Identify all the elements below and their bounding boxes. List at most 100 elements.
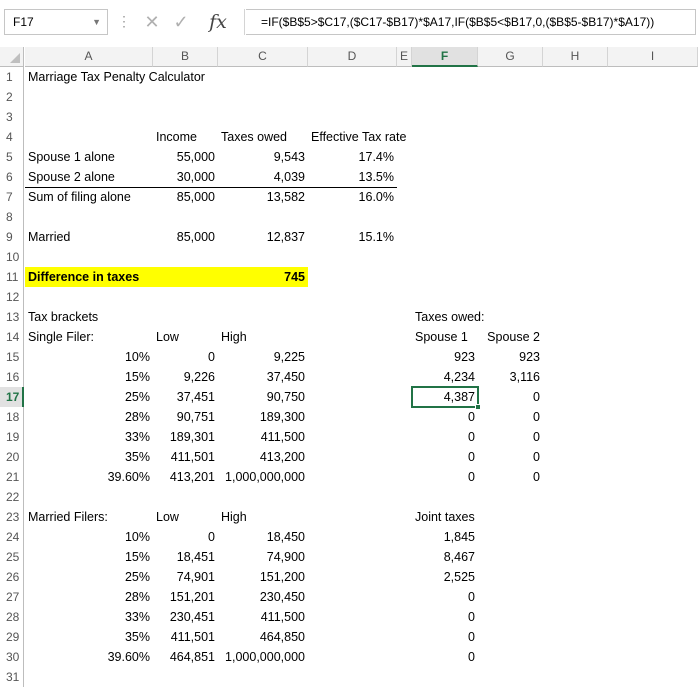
cell-b9[interactable]: 85,000 <box>153 227 218 247</box>
cell-f26[interactable]: 2,525 <box>412 567 478 587</box>
row-header-8[interactable]: 8 <box>0 207 24 227</box>
cell-c4[interactable]: Taxes owed <box>218 127 308 147</box>
column-header-g[interactable]: G <box>478 47 543 67</box>
cell-b16[interactable]: 9,226 <box>153 367 218 387</box>
row-header-18[interactable]: 18 <box>0 407 24 427</box>
cell-f19[interactable]: 0 <box>412 427 478 447</box>
cell-f25[interactable]: 8,467 <box>412 547 478 567</box>
cell-a29[interactable]: 35% <box>25 627 153 647</box>
row-header-7[interactable]: 7 <box>0 187 24 207</box>
cell-c18[interactable]: 189,300 <box>218 407 308 427</box>
cell-f28[interactable]: 0 <box>412 607 478 627</box>
cell-b29[interactable]: 411,501 <box>153 627 218 647</box>
cell-b14[interactable]: Low <box>153 327 218 347</box>
cell-a9[interactable]: Married <box>25 227 153 247</box>
row-header-11[interactable]: 11 <box>0 267 24 287</box>
column-header-a[interactable]: A <box>25 47 153 67</box>
row-header-31[interactable]: 31 <box>0 667 24 687</box>
cell-a26[interactable]: 25% <box>25 567 153 587</box>
enter-icon[interactable]: ✓ <box>171 9 191 35</box>
cell-d7[interactable]: 16.0% <box>308 187 397 207</box>
cell-b6[interactable]: 30,000 <box>153 167 218 187</box>
name-box[interactable]: F17 ▼ <box>4 9 108 35</box>
column-header-f[interactable]: F <box>412 47 478 67</box>
cell-a1[interactable]: Marriage Tax Penalty Calculator <box>25 67 205 87</box>
cell-b5[interactable]: 55,000 <box>153 147 218 167</box>
cell-a25[interactable]: 15% <box>25 547 153 567</box>
cell-c11[interactable]: 745 <box>218 267 308 287</box>
cell-c29[interactable]: 464,850 <box>218 627 308 647</box>
row-header-28[interactable]: 28 <box>0 607 24 627</box>
row-header-9[interactable]: 9 <box>0 227 24 247</box>
active-cell-selection[interactable] <box>411 386 481 410</box>
cell-f16[interactable]: 4,234 <box>412 367 478 387</box>
cell-a27[interactable]: 28% <box>25 587 153 607</box>
cell-a11[interactable]: Difference in taxes <box>25 267 153 287</box>
column-header-d[interactable]: D <box>308 47 397 67</box>
cell-b20[interactable]: 411,501 <box>153 447 218 467</box>
cell-c19[interactable]: 411,500 <box>218 427 308 447</box>
cell-a18[interactable]: 28% <box>25 407 153 427</box>
cell-a21[interactable]: 39.60% <box>25 467 153 487</box>
cell-b19[interactable]: 189,301 <box>153 427 218 447</box>
cell-c25[interactable]: 74,900 <box>218 547 308 567</box>
cell-a23[interactable]: Married Filers: <box>25 507 153 527</box>
cell-g18[interactable]: 0 <box>478 407 543 427</box>
cell-c17[interactable]: 90,750 <box>218 387 308 407</box>
row-header-26[interactable]: 26 <box>0 567 24 587</box>
select-all-button[interactable] <box>0 47 24 67</box>
cell-b23[interactable]: Low <box>153 507 218 527</box>
column-header-c[interactable]: C <box>218 47 308 67</box>
cell-b30[interactable]: 464,851 <box>153 647 218 667</box>
cell-c6[interactable]: 4,039 <box>218 167 308 187</box>
cell-b26[interactable]: 74,901 <box>153 567 218 587</box>
cell-g15[interactable]: 923 <box>478 347 543 367</box>
cell-a7[interactable]: Sum of filing alone <box>25 187 153 207</box>
cell-c5[interactable]: 9,543 <box>218 147 308 167</box>
formula-input[interactable]: =IF($B$5>$C17,($C17-$B17)*$A17,IF($B$5<$… <box>246 9 696 35</box>
row-header-17[interactable]: 17 <box>0 387 24 407</box>
row-header-23[interactable]: 23 <box>0 507 24 527</box>
cell-g16[interactable]: 3,116 <box>478 367 543 387</box>
cell-a14[interactable]: Single Filer: <box>25 327 153 347</box>
cell-g17[interactable]: 0 <box>478 387 543 407</box>
cell-b15[interactable]: 0 <box>153 347 218 367</box>
insert-function-icon[interactable]: fx <box>200 9 236 35</box>
row-header-1[interactable]: 1 <box>0 67 24 87</box>
row-header-2[interactable]: 2 <box>0 87 24 107</box>
row-header-6[interactable]: 6 <box>0 167 24 187</box>
cell-a30[interactable]: 39.60% <box>25 647 153 667</box>
cell-c27[interactable]: 230,450 <box>218 587 308 607</box>
cell-a6[interactable]: Spouse 2 alone <box>25 167 153 187</box>
column-header-h[interactable]: H <box>543 47 608 67</box>
cell-b7[interactable]: 85,000 <box>153 187 218 207</box>
cell-a20[interactable]: 35% <box>25 447 153 467</box>
row-header-29[interactable]: 29 <box>0 627 24 647</box>
cell-d6[interactable]: 13.5% <box>308 167 397 187</box>
row-header-20[interactable]: 20 <box>0 447 24 467</box>
cell-f23[interactable]: Joint taxes <box>412 507 478 527</box>
cell-b21[interactable]: 413,201 <box>153 467 218 487</box>
cell-c7[interactable]: 13,582 <box>218 187 308 207</box>
column-header-e[interactable]: E <box>397 47 412 67</box>
more-options-icon[interactable]: ⋮ <box>117 12 131 30</box>
row-header-5[interactable]: 5 <box>0 147 24 167</box>
row-header-10[interactable]: 10 <box>0 247 24 267</box>
cell-a16[interactable]: 15% <box>25 367 153 387</box>
cell-f18[interactable]: 0 <box>412 407 478 427</box>
row-header-13[interactable]: 13 <box>0 307 24 327</box>
cell-a17[interactable]: 25% <box>25 387 153 407</box>
cell-f14[interactable]: Spouse 1 <box>412 327 478 347</box>
row-header-27[interactable]: 27 <box>0 587 24 607</box>
cell-b27[interactable]: 151,201 <box>153 587 218 607</box>
column-header-b[interactable]: B <box>153 47 218 67</box>
cell-f24[interactable]: 1,845 <box>412 527 478 547</box>
cancel-icon[interactable]: ✕ <box>142 9 162 35</box>
cell-d5[interactable]: 17.4% <box>308 147 397 167</box>
cell-a28[interactable]: 33% <box>25 607 153 627</box>
cell-c20[interactable]: 413,200 <box>218 447 308 467</box>
cell-c30[interactable]: 1,000,000,000 <box>218 647 308 667</box>
row-header-16[interactable]: 16 <box>0 367 24 387</box>
cell-c28[interactable]: 411,500 <box>218 607 308 627</box>
cell-b18[interactable]: 90,751 <box>153 407 218 427</box>
